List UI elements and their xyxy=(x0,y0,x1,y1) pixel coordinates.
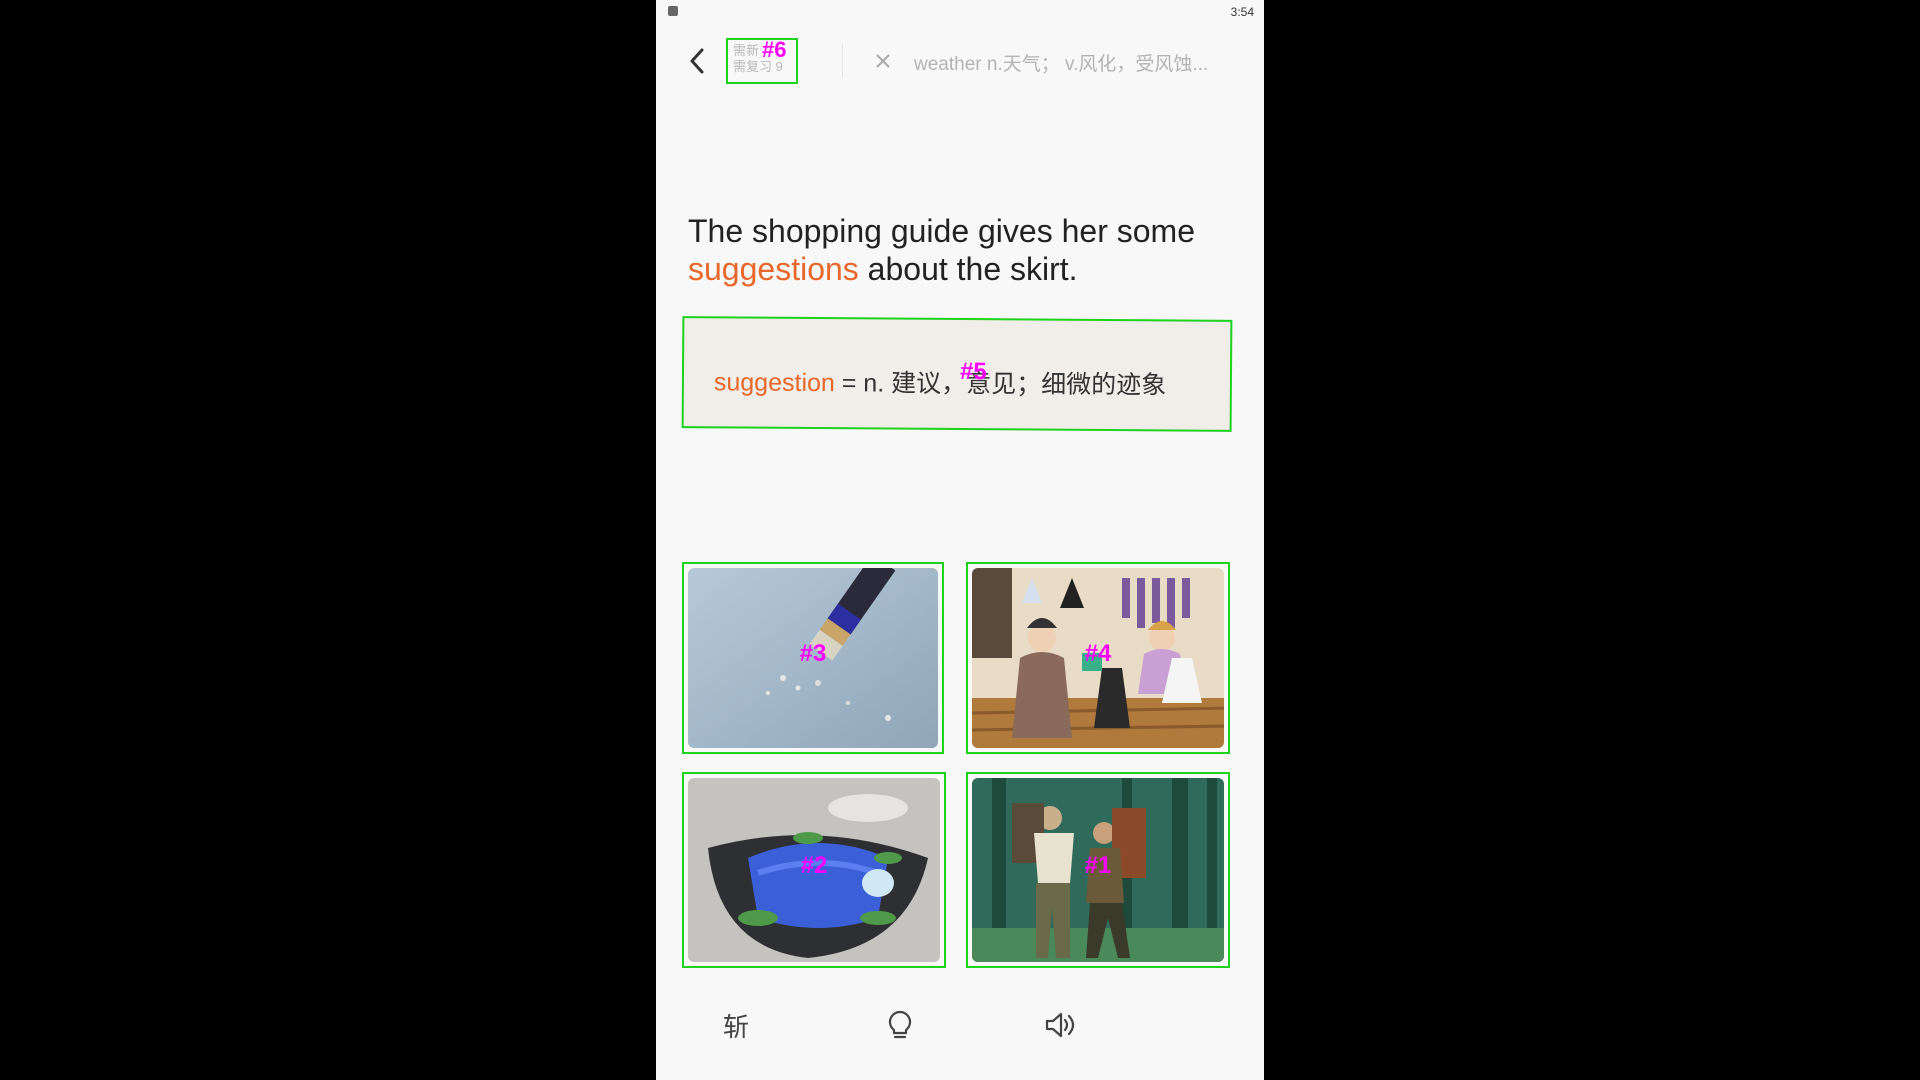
choice-image-salmon-dish[interactable]: #2 xyxy=(682,772,946,968)
previous-word-preview[interactable]: weather n.天气； v.风化，受风蚀... xyxy=(914,49,1254,76)
divider xyxy=(842,44,843,78)
bottom-action-bar: 斩 xyxy=(656,1000,1264,1050)
definition-text: suggestion = n. 建议，意见；细微的迹象 xyxy=(714,362,1166,401)
sentence-end: about the skirt. xyxy=(858,251,1078,287)
choice-image-hikers[interactable]: #1 xyxy=(966,772,1230,968)
element-badge: #6 xyxy=(762,37,787,62)
cut-word-button[interactable]: 斩 xyxy=(706,1000,766,1050)
element-badge: #4 xyxy=(1084,640,1112,668)
speaker-icon xyxy=(1045,1012,1075,1038)
element-badge: #5 xyxy=(959,358,987,386)
close-button[interactable] xyxy=(868,46,898,76)
status-bar: 3:54 xyxy=(656,0,1264,26)
example-sentence: The shopping guide gives her some sugges… xyxy=(688,212,1248,288)
element-badge: #1 xyxy=(1084,852,1112,880)
close-icon xyxy=(876,54,890,68)
progress-counter[interactable]: 需新 需复习 9 #6 xyxy=(726,38,798,84)
choice-image-shopping-guide[interactable]: #4 xyxy=(966,562,1230,754)
hint-button[interactable] xyxy=(870,1000,930,1050)
chevron-left-icon xyxy=(690,48,704,74)
choice-image-eraser[interactable]: #3 xyxy=(682,562,944,754)
sentence-start: The shopping guide gives her some xyxy=(688,213,1195,249)
definition-meaning: = n. 建议，意见；细微的迹象 xyxy=(834,369,1167,400)
cut-icon: 斩 xyxy=(722,1011,749,1042)
phone-screen: 3:54 需新 需复习 9 #6 weather n.天气； v.风化，受风蚀.… xyxy=(656,0,1264,1080)
element-badge: #2 xyxy=(800,852,828,880)
element-badge: #3 xyxy=(799,640,827,668)
notification-icon xyxy=(668,6,678,16)
sentence-target-word: suggestions xyxy=(688,251,859,287)
top-bar: 需新 需复习 9 #6 weather n.天气； v.风化，受风蚀... xyxy=(656,32,1264,92)
status-time: 3:54 xyxy=(1230,5,1254,19)
definition-word: suggestion xyxy=(713,368,835,398)
lightbulb-icon xyxy=(888,1010,912,1039)
back-button[interactable] xyxy=(682,46,712,76)
definition-box[interactable]: suggestion = n. 建议，意见；细微的迹象 #5 xyxy=(681,316,1233,432)
audio-button[interactable] xyxy=(1030,1000,1090,1050)
